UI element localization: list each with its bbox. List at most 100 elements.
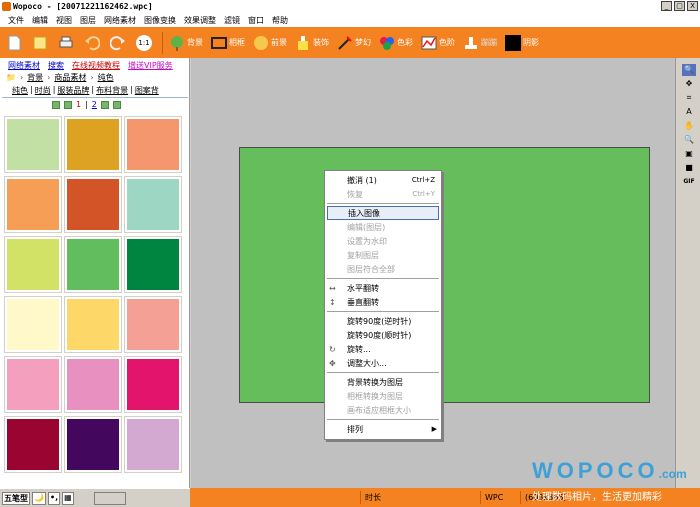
color-swatch[interactable]	[4, 296, 62, 353]
swatch-fill	[7, 239, 59, 290]
breadcrumb-solid-color[interactable]: 纯色	[98, 72, 114, 83]
magnifier-tool-icon[interactable]: 🔍	[682, 134, 696, 146]
page-2-link[interactable]: 2	[92, 100, 97, 109]
toolbar-separator	[162, 31, 163, 54]
menu-resize[interactable]: ✥ 调整大小...	[325, 356, 441, 370]
menu-insert-image[interactable]: 插入图像	[327, 206, 439, 220]
decoration-button[interactable]: 装饰	[295, 35, 329, 51]
fit-layer-label: 图层符合全部	[347, 264, 395, 274]
new-button[interactable]	[6, 35, 24, 51]
shape-tool-icon[interactable]: ■	[682, 162, 696, 174]
category-solid[interactable]: 纯色	[12, 85, 28, 96]
menu-image-transform[interactable]: 图像变换	[140, 15, 180, 26]
open-button[interactable]	[32, 35, 50, 51]
last-page-button[interactable]	[112, 100, 121, 109]
color-swatch[interactable]	[4, 236, 62, 293]
menu-rotate[interactable]: ↻ 旋转...	[325, 342, 441, 356]
menu-arrange[interactable]: 排列 ▶	[325, 422, 441, 436]
category-fabric-background[interactable]: 布料背景	[96, 85, 128, 96]
chevron-right-icon: ›	[90, 73, 94, 82]
restore-button[interactable]: ▢	[674, 1, 685, 11]
moon-icon[interactable]: 🌙	[32, 491, 46, 505]
fantasy-button[interactable]: 梦幻	[337, 35, 371, 51]
menu-undo[interactable]: 撤消 (1) Ctrl+Z	[325, 173, 441, 187]
breadcrumb-product-material[interactable]: 商品素材	[54, 72, 86, 83]
punctuation-button[interactable]: •,	[47, 491, 61, 505]
color-swatch[interactable]	[124, 416, 182, 473]
color-swatch[interactable]	[64, 116, 122, 173]
color-swatch[interactable]	[124, 296, 182, 353]
menu-layer[interactable]: 图层	[76, 15, 100, 26]
redo-icon	[110, 35, 125, 50]
color-swatch[interactable]	[64, 356, 122, 413]
color-swatch[interactable]	[124, 116, 182, 173]
menu-filters[interactable]: 滤镜	[220, 15, 244, 26]
category-fashion[interactable]: 时尚	[35, 85, 51, 96]
move-tool-icon[interactable]: ✥	[682, 78, 696, 90]
color-swatch[interactable]	[124, 176, 182, 233]
flip-horizontal-icon: ↔	[329, 283, 336, 293]
menu-help[interactable]: 帮助	[268, 15, 292, 26]
breadcrumb-background[interactable]: 背景	[27, 72, 43, 83]
rotate-cw-label: 旋转90度(顺时针)	[347, 330, 412, 340]
image-canvas[interactable]	[239, 147, 650, 403]
minimize-button[interactable]: _	[661, 1, 672, 11]
color-swatch[interactable]	[4, 116, 62, 173]
page-1-link[interactable]: 1	[76, 100, 81, 109]
color-swatch[interactable]	[4, 176, 62, 233]
stamp-button[interactable]: 蹦蹦	[463, 35, 497, 51]
flip-vertical-label: 垂直翻转	[347, 297, 379, 307]
color-balls-icon	[380, 36, 394, 50]
color-swatch[interactable]	[124, 236, 182, 293]
keyboard-icon[interactable]: ▦	[62, 491, 74, 505]
menu-rotate-cw[interactable]: 旋转90度(顺时针)	[325, 328, 441, 342]
video-tutorial-link[interactable]: 在线视频教程	[72, 60, 120, 71]
next-page-button[interactable]	[100, 100, 109, 109]
ime-mode-button[interactable]: 五笔型	[2, 491, 30, 505]
hand-tool-icon[interactable]: ✋	[682, 120, 696, 132]
menu-bg-to-layer[interactable]: 背景转换为图层	[325, 375, 441, 389]
color-swatch[interactable]	[4, 356, 62, 413]
menu-flip-vertical[interactable]: ↕ 垂直翻转	[325, 295, 441, 309]
close-button[interactable]: X	[687, 1, 698, 11]
color-swatch[interactable]	[64, 176, 122, 233]
redo-button[interactable]	[110, 35, 128, 51]
menu-file[interactable]: 文件	[0, 15, 28, 26]
zoom-actual-button[interactable]: 1:1	[136, 34, 154, 51]
category-pattern-background[interactable]: 图案背	[135, 85, 159, 96]
menu-flip-horizontal[interactable]: ↔ 水平翻转	[325, 281, 441, 295]
prev-page-button[interactable]	[64, 100, 72, 109]
crop-tool-icon[interactable]: ⌗	[682, 92, 696, 104]
menu-view[interactable]: 视图	[52, 15, 76, 26]
zoom-tool-icon[interactable]: 🔍	[682, 64, 696, 76]
folder-icon: 📁	[6, 73, 16, 82]
frame-button[interactable]: 相框	[211, 35, 245, 51]
menu-effects[interactable]: 效果调整	[180, 15, 220, 26]
color-swatch[interactable]	[64, 296, 122, 353]
net-material-link[interactable]: 网络素材	[8, 60, 40, 71]
gif-tool-icon[interactable]: GIF	[682, 176, 696, 188]
menu-rotate-ccw[interactable]: 旋转90度(逆时针)	[325, 314, 441, 328]
color-button[interactable]: 色彩	[379, 35, 413, 51]
undo-button[interactable]	[84, 35, 102, 51]
shadow-button[interactable]: 阴影	[505, 34, 539, 51]
color-swatch[interactable]	[64, 416, 122, 473]
category-clothing-brand[interactable]: 服装品牌	[57, 85, 89, 96]
image-tool-icon[interactable]: ▣	[682, 148, 696, 160]
swatch-fill	[7, 419, 59, 470]
search-link[interactable]: 搜索	[48, 60, 64, 71]
color-swatch[interactable]	[64, 236, 122, 293]
foreground-button[interactable]: 前景	[253, 35, 287, 51]
first-page-button[interactable]	[52, 100, 60, 109]
ime-input-box[interactable]	[93, 491, 126, 505]
menu-window[interactable]: 窗口	[244, 15, 268, 26]
vip-link[interactable]: 增送VIP服务	[128, 60, 173, 71]
print-button[interactable]	[58, 35, 76, 51]
menu-edit[interactable]: 编辑	[28, 15, 52, 26]
text-tool-icon[interactable]: A	[682, 106, 696, 118]
color-swatch[interactable]	[4, 416, 62, 473]
background-button[interactable]: 背景	[169, 35, 203, 51]
menu-net-materials[interactable]: 网络素材	[100, 15, 140, 26]
color-swatch[interactable]	[124, 356, 182, 413]
levels-button[interactable]: 色阶	[421, 35, 455, 51]
